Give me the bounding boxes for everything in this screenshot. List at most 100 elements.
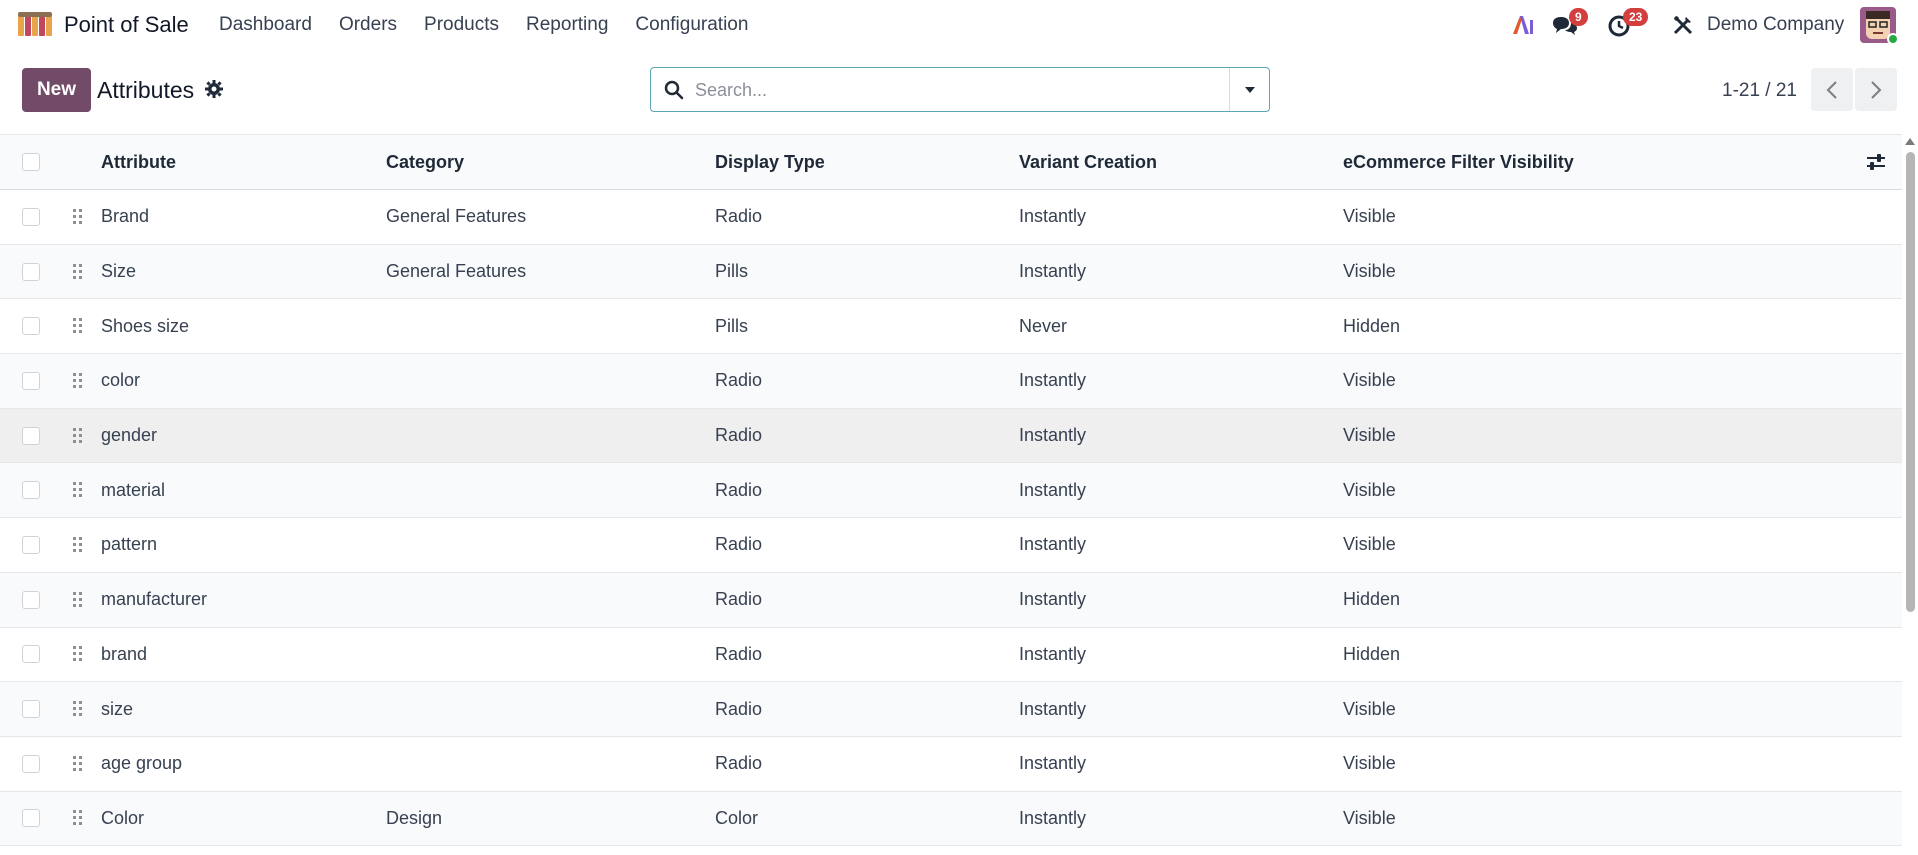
table-row[interactable]: age group Radio Instantly Visible bbox=[0, 736, 1902, 792]
app-name[interactable]: Point of Sale bbox=[64, 12, 189, 38]
row-checkbox[interactable] bbox=[22, 317, 40, 336]
row-checkbox[interactable] bbox=[22, 207, 40, 226]
row-checkbox[interactable] bbox=[22, 535, 40, 554]
tools-icon[interactable] bbox=[1672, 14, 1694, 36]
cell-display-type: Color bbox=[715, 807, 759, 828]
table-row[interactable]: gender Radio Instantly Visible bbox=[0, 408, 1902, 464]
gear-icon[interactable] bbox=[205, 80, 223, 98]
cell-display-type: Radio bbox=[715, 643, 763, 664]
cell-variant-creation: Instantly bbox=[1019, 479, 1087, 500]
cell-attribute: manufacturer bbox=[101, 589, 208, 610]
cell-attribute: age group bbox=[101, 753, 183, 774]
cell-ecommerce-visibility: Visible bbox=[1343, 261, 1396, 282]
menu-dashboard[interactable]: Dashboard bbox=[219, 14, 312, 36]
cell-variant-creation: Instantly bbox=[1019, 425, 1087, 446]
drag-handle-icon[interactable] bbox=[72, 536, 84, 554]
table-row[interactable]: Shoes size Pills Never Hidden bbox=[0, 299, 1902, 355]
cell-category: General Features bbox=[386, 206, 527, 227]
search-input[interactable] bbox=[695, 76, 1195, 104]
drag-handle-icon[interactable] bbox=[72, 645, 84, 663]
drag-handle-icon[interactable] bbox=[72, 591, 84, 609]
row-checkbox[interactable] bbox=[22, 754, 40, 773]
row-checkbox[interactable] bbox=[22, 426, 40, 445]
cell-attribute: brand bbox=[101, 643, 148, 664]
row-checkbox[interactable] bbox=[22, 590, 40, 609]
cell-display-type: Radio bbox=[715, 698, 763, 719]
drag-handle-icon[interactable] bbox=[72, 427, 84, 445]
search-options-toggle[interactable] bbox=[1229, 68, 1269, 111]
table-row[interactable]: Color Design Color Instantly Visible bbox=[0, 791, 1902, 847]
cell-variant-creation: Instantly bbox=[1019, 643, 1087, 664]
cell-attribute: Brand bbox=[101, 206, 150, 227]
table-row[interactable]: Brand General Features Radio Instantly Visib… bbox=[0, 190, 1902, 245]
pager-previous-button[interactable] bbox=[1811, 68, 1853, 111]
cell-ecommerce-visibility: Hidden bbox=[1343, 643, 1401, 664]
optional-columns-icon[interactable] bbox=[1866, 153, 1886, 171]
pager-value[interactable]: 1-21 / 21 bbox=[1722, 80, 1797, 102]
ai-icon[interactable] bbox=[1511, 14, 1535, 36]
row-checkbox[interactable] bbox=[22, 262, 40, 281]
cell-attribute: pattern bbox=[101, 534, 158, 555]
drag-handle-icon[interactable] bbox=[72, 372, 84, 390]
drag-handle-icon[interactable] bbox=[72, 809, 84, 827]
column-header-variant-creation[interactable]: Variant Creation bbox=[1019, 135, 1157, 189]
column-header-category[interactable]: Category bbox=[386, 135, 464, 189]
row-checkbox[interactable] bbox=[22, 809, 40, 828]
row-checkbox[interactable] bbox=[22, 645, 40, 664]
drag-handle-icon[interactable] bbox=[72, 208, 84, 226]
row-checkbox[interactable] bbox=[22, 371, 40, 390]
drag-handle-icon[interactable] bbox=[72, 263, 84, 281]
table-row[interactable]: manufacturer Radio Instantly Hidden bbox=[0, 572, 1902, 628]
scrollbar-thumb[interactable] bbox=[1906, 152, 1915, 612]
table-row[interactable]: material Radio Instantly Visible bbox=[0, 463, 1902, 519]
scrollbar[interactable] bbox=[1902, 134, 1918, 855]
drag-handle-icon[interactable] bbox=[72, 700, 84, 718]
drag-handle-icon[interactable] bbox=[72, 317, 84, 335]
chevron-left-icon bbox=[1826, 80, 1837, 99]
drag-handle-icon[interactable] bbox=[72, 481, 84, 499]
new-button[interactable]: New bbox=[22, 68, 91, 112]
page-title: Attributes bbox=[97, 77, 195, 103]
column-header-ecommerce-visibility[interactable]: eCommerce Filter Visibility bbox=[1343, 135, 1574, 189]
row-checkbox[interactable] bbox=[22, 700, 40, 719]
table-row[interactable]: brand Radio Instantly Hidden bbox=[0, 627, 1902, 683]
table-row[interactable]: size Radio Instantly Visible bbox=[0, 682, 1902, 737]
menu-reporting[interactable]: Reporting bbox=[526, 14, 608, 36]
messages-badge: 9 bbox=[1569, 8, 1588, 26]
pos-logo-icon[interactable] bbox=[18, 12, 54, 38]
column-header-attribute[interactable]: Attribute bbox=[101, 135, 176, 189]
menu-configuration[interactable]: Configuration bbox=[635, 14, 748, 36]
table-header: Attribute Category Display Type Variant … bbox=[0, 134, 1902, 190]
cell-attribute: color bbox=[101, 370, 141, 391]
online-status-dot bbox=[1887, 33, 1899, 45]
cell-ecommerce-visibility: Visible bbox=[1343, 753, 1396, 774]
drag-handle-icon[interactable] bbox=[72, 755, 84, 773]
scroll-up-arrow[interactable] bbox=[1905, 138, 1915, 145]
column-header-display-type[interactable]: Display Type bbox=[715, 135, 825, 189]
cell-display-type: Radio bbox=[715, 479, 763, 500]
cell-display-type: Radio bbox=[715, 425, 763, 446]
pager-next-button[interactable] bbox=[1855, 68, 1897, 111]
cell-ecommerce-visibility: Visible bbox=[1343, 206, 1396, 227]
cell-category: General Features bbox=[386, 261, 527, 282]
avatar[interactable] bbox=[1860, 7, 1899, 45]
table-row[interactable]: Size General Features Pills Instantly Visibl… bbox=[0, 244, 1902, 300]
cell-variant-creation: Instantly bbox=[1019, 753, 1087, 774]
search-icon bbox=[664, 80, 684, 100]
table-body: Brand General Features Radio Instantly Visib… bbox=[0, 190, 1902, 847]
select-all-checkbox[interactable] bbox=[22, 153, 40, 171]
cell-variant-creation: Instantly bbox=[1019, 370, 1087, 391]
table-row[interactable]: pattern Radio Instantly Visible bbox=[0, 518, 1902, 573]
cell-display-type: Radio bbox=[715, 206, 763, 227]
chevron-right-icon bbox=[1871, 80, 1882, 99]
company-switcher[interactable]: Demo Company bbox=[1707, 14, 1844, 36]
cell-variant-creation: Instantly bbox=[1019, 807, 1087, 828]
menu-orders[interactable]: Orders bbox=[339, 14, 397, 36]
table-row[interactable]: color Radio Instantly Visible bbox=[0, 354, 1902, 409]
cell-attribute: size bbox=[101, 698, 134, 719]
row-checkbox[interactable] bbox=[22, 481, 40, 500]
cell-display-type: Pills bbox=[715, 315, 749, 336]
activities-badge: 23 bbox=[1623, 8, 1649, 26]
cell-variant-creation: Instantly bbox=[1019, 261, 1087, 282]
menu-products[interactable]: Products bbox=[424, 14, 499, 36]
